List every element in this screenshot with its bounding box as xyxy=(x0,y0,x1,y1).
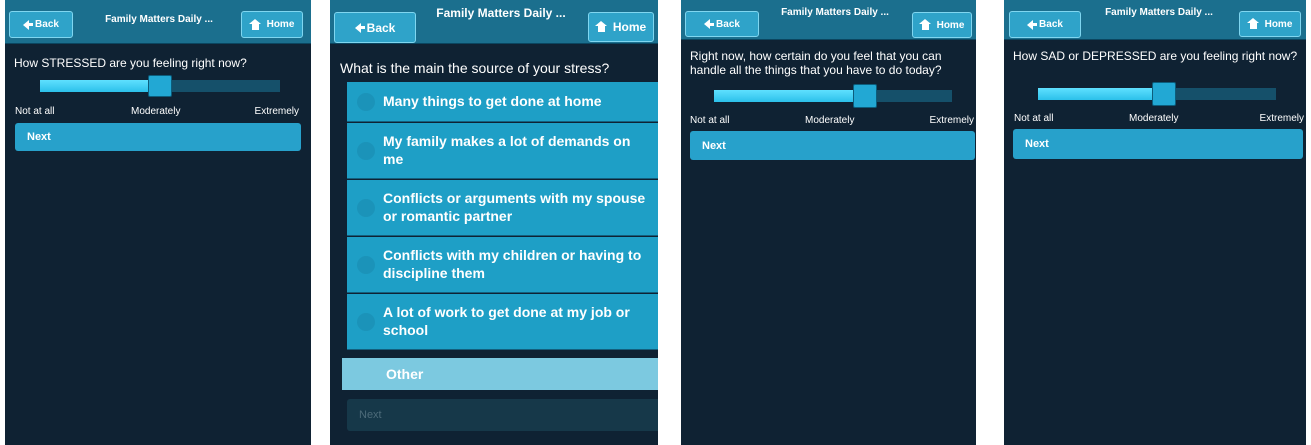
slider-thumb[interactable] xyxy=(148,75,172,97)
scale-high-label: Extremely xyxy=(929,115,974,126)
slider-fill xyxy=(714,90,864,102)
home-button[interactable]: Home xyxy=(912,12,972,38)
back-label: Back xyxy=(35,19,59,30)
option-partner-conflicts[interactable]: Conflicts or arguments with my spouse or… xyxy=(347,180,658,236)
page-title: Family Matters Daily ... xyxy=(1105,7,1213,18)
option-work-school[interactable]: A lot of work to get done at my job or s… xyxy=(347,294,658,350)
radio-icon xyxy=(357,198,375,217)
screen-stress-level: Back Family Matters Daily ... Home How S… xyxy=(5,0,311,445)
question-text: How STRESSED are you feeling right now? xyxy=(14,56,247,70)
question-text: How SAD or DEPRESSED are you feeling rig… xyxy=(1013,49,1298,63)
back-button[interactable]: Back xyxy=(334,12,416,43)
back-label: Back xyxy=(1039,19,1063,30)
back-arrow-icon xyxy=(354,22,365,33)
option-children-conflicts[interactable]: Conflicts with my children or having to … xyxy=(347,237,658,293)
home-button[interactable]: Home xyxy=(588,12,654,42)
slider-fill xyxy=(40,80,160,92)
radio-icon xyxy=(357,255,375,274)
home-label: Home xyxy=(612,20,647,34)
option-family-demands[interactable]: My family makes a lot of demands on me xyxy=(347,123,658,179)
home-icon xyxy=(918,19,931,30)
home-label: Home xyxy=(266,19,295,30)
slider-thumb[interactable] xyxy=(853,84,877,108)
screen-stress-source: Back Family Matters Daily ... Home What … xyxy=(330,0,658,445)
question-text: Right now, how certain do you feel that … xyxy=(690,49,942,78)
stress-slider[interactable] xyxy=(40,75,280,97)
radio-icon xyxy=(357,92,375,111)
home-label: Home xyxy=(1264,18,1293,30)
back-label: Back xyxy=(366,20,396,35)
option-other[interactable]: Other xyxy=(342,358,658,390)
navbar: Back Family Matters Daily ... Home xyxy=(5,0,311,44)
radio-icon xyxy=(357,312,375,331)
home-label: Home xyxy=(936,19,965,31)
radio-icon xyxy=(357,141,375,160)
next-button[interactable]: Next xyxy=(15,123,301,151)
navbar: Back Family Matters Daily ... Home xyxy=(681,0,976,40)
slider-thumb[interactable] xyxy=(1152,82,1176,106)
home-icon xyxy=(248,18,261,30)
screen-sadness-level: Back Family Matters Daily ... Home How S… xyxy=(1004,0,1306,445)
option-label: Conflicts with my children or having to … xyxy=(383,247,642,281)
option-label: My family makes a lot of demands on me xyxy=(383,133,631,167)
option-label: Conflicts or arguments with my spouse or… xyxy=(383,190,646,224)
scale-low-label: Not at all xyxy=(1014,113,1054,124)
back-button[interactable]: Back xyxy=(685,11,759,37)
back-arrow-icon xyxy=(23,19,34,30)
next-button[interactable]: Next xyxy=(690,131,975,160)
navbar: Back Family Matters Daily ... Home xyxy=(330,0,658,44)
page-title: Family Matters Daily ... xyxy=(781,7,889,18)
back-label: Back xyxy=(716,18,740,30)
home-button[interactable]: Home xyxy=(1239,11,1301,37)
next-button[interactable]: Next xyxy=(347,399,658,431)
option-label: A lot of work to get done at my job or s… xyxy=(383,304,630,338)
scale-low-label: Not at all xyxy=(690,115,730,126)
home-icon xyxy=(1246,18,1259,29)
sadness-slider[interactable] xyxy=(1038,82,1276,106)
page-title: Family Matters Daily ... xyxy=(105,14,213,25)
next-button[interactable]: Next xyxy=(1013,129,1303,159)
option-label: Other xyxy=(386,366,424,382)
back-button[interactable]: Back xyxy=(9,11,73,38)
screen-certainty: Back Family Matters Daily ... Home Right… xyxy=(681,0,976,445)
back-arrow-icon xyxy=(704,19,715,29)
option-label: Many things to get done at home xyxy=(383,92,602,109)
scale-high-label: Extremely xyxy=(254,106,299,117)
page-title: Family Matters Daily ... xyxy=(436,6,566,20)
home-button[interactable]: Home xyxy=(241,11,303,38)
back-button[interactable]: Back xyxy=(1009,11,1081,38)
scale-mid-label: Moderately xyxy=(805,115,855,126)
question-text: What is the main the source of your stre… xyxy=(340,60,610,76)
back-arrow-icon xyxy=(1027,19,1038,30)
option-home-tasks[interactable]: Many things to get done at home xyxy=(347,82,658,122)
scale-high-label: Extremely xyxy=(1259,113,1304,124)
slider-fill xyxy=(1038,88,1164,100)
home-icon xyxy=(594,21,607,32)
certainty-slider[interactable] xyxy=(714,84,952,108)
navbar: Back Family Matters Daily ... Home xyxy=(1004,0,1306,40)
scale-low-label: Not at all xyxy=(15,106,55,117)
scale-mid-label: Moderately xyxy=(1129,113,1179,124)
scale-mid-label: Moderately xyxy=(131,106,181,117)
